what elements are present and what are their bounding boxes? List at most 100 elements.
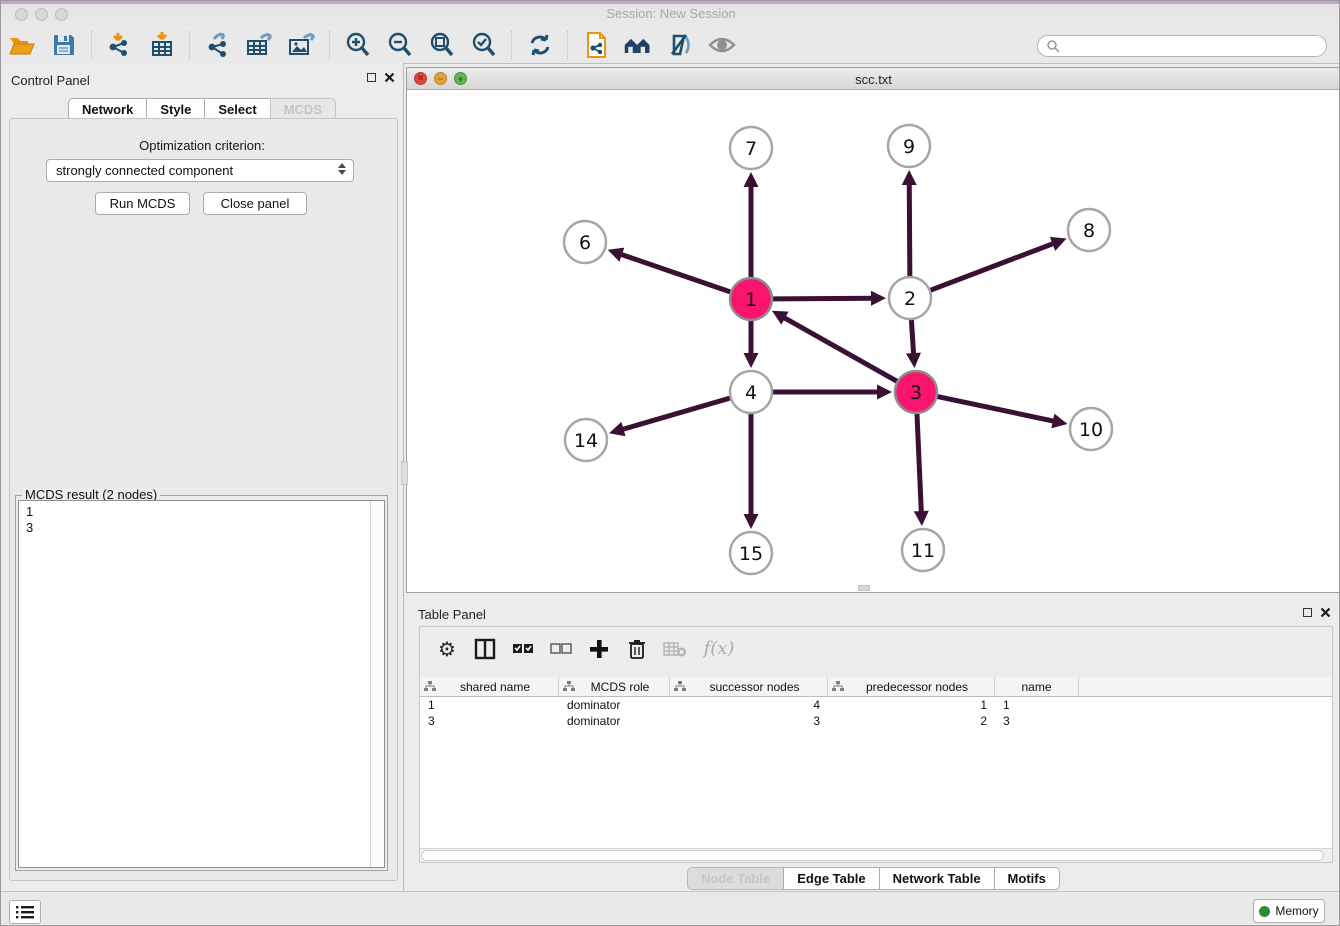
export-image-icon[interactable]	[287, 30, 317, 60]
mcds-result-list[interactable]: 1 3	[18, 500, 385, 868]
graph-node-label: 1	[745, 289, 757, 311]
mcds-result-scrollbar[interactable]	[370, 501, 384, 867]
open-session-icon[interactable]	[7, 30, 37, 60]
tab-edge-table[interactable]: Edge Table	[783, 867, 879, 890]
graph-edge-2-9[interactable]	[909, 181, 910, 276]
edge-arrowhead	[744, 172, 759, 187]
task-history-button[interactable]	[9, 900, 41, 924]
graph-edge-3-1[interactable]	[781, 316, 896, 381]
table-row[interactable]: 3dominator323	[420, 713, 1332, 729]
edge-arrowhead	[906, 353, 921, 368]
close-panel-button[interactable]: Close panel	[203, 192, 307, 215]
control-panel-close-icon[interactable]	[384, 72, 395, 83]
select-all-icon[interactable]	[509, 635, 537, 663]
graph-node-label: 9	[903, 136, 915, 158]
network-view-window: ✕ − + scc.txt 7968124314101511	[406, 67, 1340, 593]
table-panel-close-icon[interactable]	[1320, 607, 1331, 618]
houses-icon[interactable]	[623, 30, 653, 60]
column-layout-icon[interactable]	[471, 635, 499, 663]
table-cell[interactable]: 1	[420, 697, 559, 713]
export-table-icon[interactable]	[245, 30, 275, 60]
search-input[interactable]	[1037, 35, 1327, 57]
search-icon	[1046, 39, 1060, 53]
zoom-fit-icon[interactable]	[427, 30, 457, 60]
table-cell[interactable]: 2	[828, 713, 995, 729]
graph-node-label: 11	[911, 540, 935, 562]
export-network-icon[interactable]	[203, 30, 233, 60]
list-icon	[16, 905, 34, 919]
column-header-shared-name[interactable]: shared name	[420, 677, 559, 696]
run-mcds-button[interactable]: Run MCDS	[95, 192, 190, 215]
table-toolbar: ⚙ f(x)	[420, 627, 1332, 670]
toolbar-separator	[91, 31, 93, 59]
zoom-out-icon[interactable]	[385, 30, 415, 60]
function-builder-icon[interactable]: f(x)	[699, 635, 739, 663]
tab-node-table[interactable]: Node Table	[687, 867, 784, 890]
graph-edge-4-14[interactable]	[620, 398, 730, 430]
save-session-icon[interactable]	[49, 30, 79, 60]
control-panel-float-icon[interactable]	[367, 73, 376, 82]
graph-edge-3-11[interactable]	[917, 414, 921, 515]
graph-edge-2-8[interactable]	[931, 242, 1057, 290]
deselect-all-icon[interactable]	[547, 635, 575, 663]
toolbar-separator	[567, 31, 569, 59]
graph-edge-2-3[interactable]	[911, 320, 913, 357]
table-cell[interactable]: 1	[995, 697, 1079, 713]
table-cell[interactable]: dominator	[559, 697, 670, 713]
status-bar: Memory	[1, 891, 1340, 926]
network-canvas[interactable]: 7968124314101511	[407, 90, 1340, 592]
canvas-splitter-grip[interactable]	[858, 585, 870, 591]
graph-edge-3-10[interactable]	[938, 397, 1057, 422]
table-cell[interactable]: 3	[670, 713, 828, 729]
network-graph: 7968124314101511	[407, 90, 1340, 592]
dropdown-value: strongly connected component	[56, 163, 233, 178]
table-row[interactable]: 1dominator411	[420, 697, 1332, 713]
trash-icon[interactable]	[623, 635, 651, 663]
graph-edge-1-2[interactable]	[773, 298, 875, 299]
control-panel-title: Control Panel	[11, 73, 90, 88]
zoom-selected-icon[interactable]	[469, 30, 499, 60]
graph-node-label: 15	[739, 543, 763, 565]
gear-icon[interactable]: ⚙	[433, 635, 461, 663]
table-cell[interactable]: 3	[420, 713, 559, 729]
import-table-icon[interactable]	[147, 30, 177, 60]
network-window-title: scc.txt	[407, 72, 1340, 87]
import-network-icon[interactable]	[105, 30, 135, 60]
edge-arrowhead	[744, 514, 759, 529]
table-panel: Table Panel ⚙	[406, 601, 1340, 891]
table-cell[interactable]: 4	[670, 697, 828, 713]
column-header-predecessor-nodes[interactable]: predecessor nodes	[828, 677, 995, 696]
edge-arrowhead	[914, 511, 929, 526]
table-cell[interactable]: 1	[828, 697, 995, 713]
vertical-splitter-handle[interactable]	[401, 461, 408, 485]
graph-edge-1-6[interactable]	[618, 253, 730, 291]
window-titlebar: Session: New Session	[1, 1, 1340, 28]
hide-labels-icon[interactable]	[665, 30, 695, 60]
scrollbar-thumb[interactable]	[421, 850, 1324, 861]
toolbar-separator	[329, 31, 331, 59]
tab-motifs[interactable]: Motifs	[994, 867, 1060, 890]
memory-button[interactable]: Memory	[1253, 899, 1325, 923]
column-header-successor-nodes[interactable]: successor nodes	[670, 677, 828, 696]
new-network-from-selection-icon[interactable]	[581, 30, 611, 60]
table-panel-float-icon[interactable]	[1303, 608, 1312, 617]
add-column-icon[interactable]	[585, 635, 613, 663]
table-horizontal-scrollbar[interactable]	[420, 848, 1332, 862]
table-panel-title: Table Panel	[418, 607, 486, 622]
graph-node-label: 2	[904, 288, 916, 310]
node-table-container: ⚙ f(x)	[419, 626, 1333, 863]
optimization-criterion-dropdown[interactable]: strongly connected component	[46, 159, 354, 182]
edge-arrowhead	[902, 170, 917, 185]
graph-node-label: 8	[1083, 220, 1095, 242]
eye-icon[interactable]	[707, 30, 737, 60]
delete-table-icon[interactable]	[661, 635, 689, 663]
column-header-MCDS-role[interactable]: MCDS role	[559, 677, 670, 696]
zoom-in-icon[interactable]	[343, 30, 373, 60]
table-cell[interactable]: 3	[995, 713, 1079, 729]
table-cell[interactable]: dominator	[559, 713, 670, 729]
column-header-name[interactable]: name	[995, 677, 1079, 696]
network-window-titlebar[interactable]: ✕ − + scc.txt	[407, 68, 1340, 90]
memory-label: Memory	[1275, 904, 1318, 918]
tab-network-table[interactable]: Network Table	[879, 867, 995, 890]
refresh-icon[interactable]	[525, 30, 555, 60]
